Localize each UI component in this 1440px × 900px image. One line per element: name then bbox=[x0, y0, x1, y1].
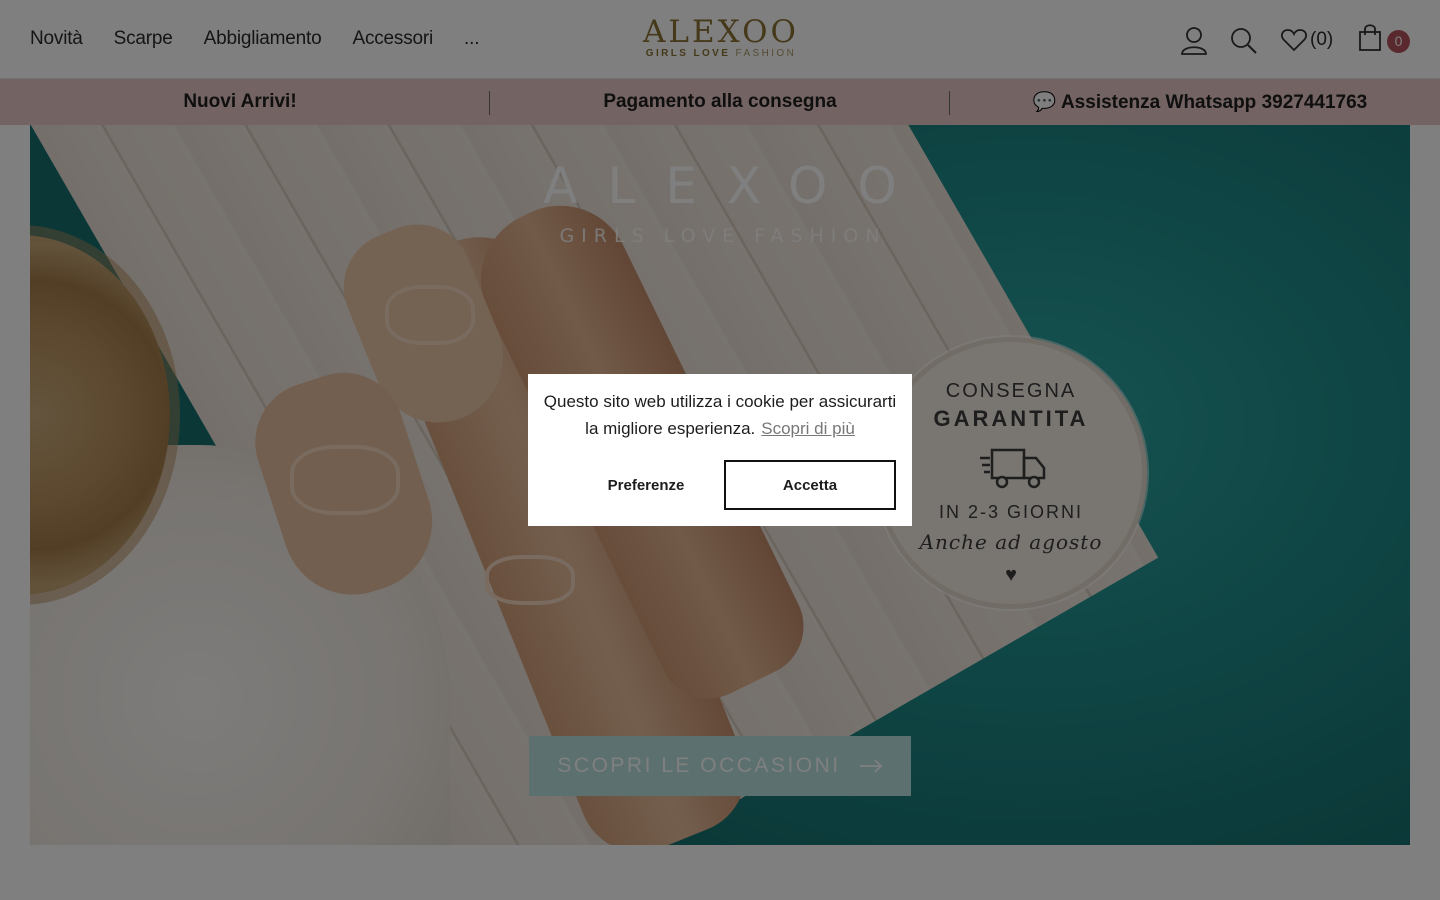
cookie-accept-button[interactable]: Accetta bbox=[724, 460, 896, 510]
cookie-consent-dialog: Questo sito web utilizza i cookie per as… bbox=[528, 374, 912, 526]
cookie-message: Questo sito web utilizza i cookie per as… bbox=[528, 388, 912, 442]
cookie-learn-more-link[interactable]: Scopri di più bbox=[761, 419, 855, 438]
cookie-preferences-button[interactable]: Preferenze bbox=[561, 460, 731, 510]
